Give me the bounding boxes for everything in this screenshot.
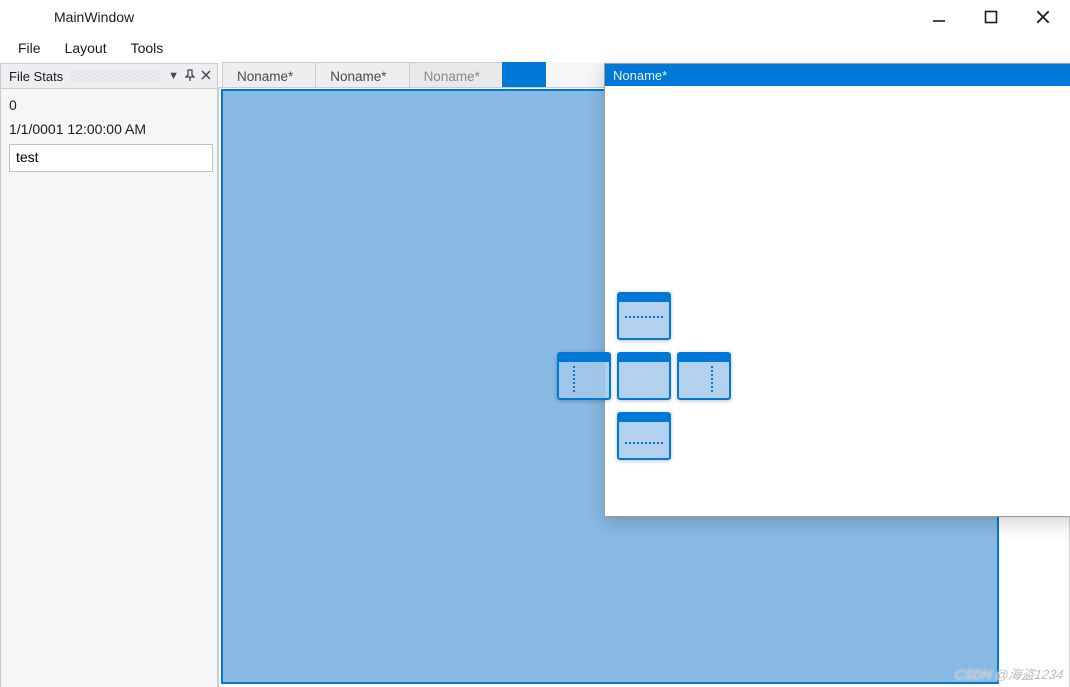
- file-stats-header[interactable]: File Stats ▼: [1, 64, 217, 89]
- floating-title: Noname*: [613, 68, 1070, 83]
- minimize-button[interactable]: [926, 4, 952, 30]
- menu-layout[interactable]: Layout: [55, 37, 117, 59]
- tab-label: Noname*: [237, 69, 293, 84]
- file-stats-body: 0 1/1/0001 12:00:00 AM: [1, 89, 217, 182]
- floating-document-window[interactable]: Noname* ▼: [604, 63, 1070, 517]
- panel-grip[interactable]: [71, 70, 160, 82]
- document-tab-drop-target[interactable]: [502, 62, 546, 87]
- window-buttons: [926, 4, 1070, 30]
- minimize-icon: [932, 10, 946, 24]
- file-stats-input[interactable]: [9, 144, 213, 172]
- window-title: MainWindow: [54, 9, 134, 25]
- document-tab[interactable]: Noname*: [315, 62, 409, 87]
- menubar: File Layout Tools: [0, 34, 1070, 62]
- file-stats-panel: File Stats ▼ 0 1/1/0001 12:00:00 AM: [0, 63, 218, 687]
- panel-pin-icon[interactable]: [185, 69, 195, 84]
- panel-menu-icon[interactable]: ▼: [168, 71, 179, 82]
- panel-close-icon[interactable]: [201, 70, 211, 83]
- timestamp-value: 1/1/0001 12:00:00 AM: [9, 119, 207, 141]
- document-tab[interactable]: Noname*: [409, 62, 503, 87]
- menu-tools[interactable]: Tools: [121, 37, 174, 59]
- maximize-icon: [984, 10, 998, 24]
- document-area: Noname* Noname* Noname* Noname* ▼: [218, 63, 1070, 687]
- menu-file[interactable]: File: [8, 37, 51, 59]
- workspace: File Stats ▼ 0 1/1/0001 12:00:00 AM Nona…: [0, 62, 1070, 687]
- tab-label: Noname*: [330, 69, 386, 84]
- panel-header-icons: ▼: [168, 69, 217, 84]
- document-tab[interactable]: Noname*: [222, 62, 316, 87]
- close-icon: [1035, 9, 1051, 25]
- file-stats-title: File Stats: [9, 69, 63, 84]
- floating-titlebar[interactable]: Noname* ▼: [605, 64, 1070, 86]
- maximize-button[interactable]: [978, 4, 1004, 30]
- tab-label: Noname*: [424, 69, 480, 84]
- file-count-value: 0: [9, 95, 207, 117]
- close-button[interactable]: [1030, 4, 1056, 30]
- window-titlebar: MainWindow: [0, 0, 1070, 34]
